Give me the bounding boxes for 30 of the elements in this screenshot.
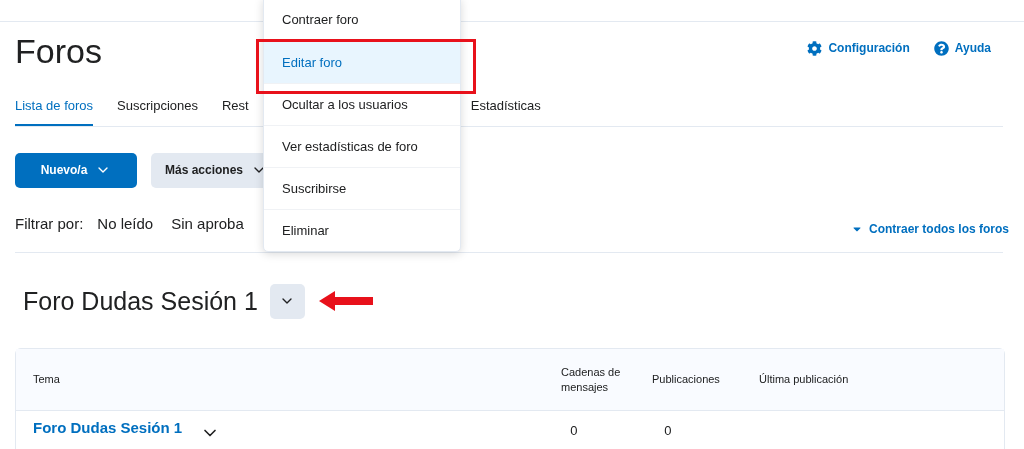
filter-label: Filtrar por: [15, 214, 84, 235]
tab[interactable]: Rest [222, 96, 249, 126]
menu-item[interactable]: Suscribirse [264, 167, 460, 209]
tab[interactable]: Suscripciones [117, 96, 198, 126]
menu-item[interactable]: Editar foro [264, 41, 460, 83]
filter-option[interactable]: No leído [97, 213, 154, 236]
help-icon [933, 40, 949, 56]
header-link[interactable]: Ayuda [933, 39, 991, 57]
column-header: Publicaciones [652, 372, 721, 388]
menu-item[interactable]: Ver estadísticas de foro [264, 125, 460, 167]
column-header: Tema [33, 372, 61, 388]
forum-menu-button[interactable] [269, 283, 305, 319]
menu-item[interactable]: Eliminar [264, 209, 460, 251]
forum-title: Foro Dudas Sesión 1 [23, 285, 258, 317]
new-button[interactable]: Nuevo/a [15, 152, 137, 188]
collapse-all-link[interactable]: Contraer todos los foros [851, 219, 1009, 238]
menu-item[interactable]: Ocultar a los usuarios [264, 83, 460, 125]
filter-option[interactable]: Sin aproba [171, 213, 244, 236]
header-link[interactable]: Configuración [807, 39, 910, 57]
column-header: Cadenas de mensajes [561, 364, 621, 395]
table-cell-text: 0 [664, 422, 672, 440]
topic-link[interactable]: Foro Dudas Sesión 1 [33, 417, 183, 440]
arrow-annotation [318, 291, 375, 312]
column-header: Última publicación [759, 372, 849, 388]
page-title: Foros [15, 31, 102, 72]
tab[interactable]: Lista de foros [15, 96, 94, 126]
table-cell-text: 0 [570, 422, 579, 440]
settings-icon [807, 40, 823, 56]
menu-item[interactable]: Contraer foro [264, 0, 460, 41]
tab[interactable]: Estadísticas [470, 96, 541, 126]
